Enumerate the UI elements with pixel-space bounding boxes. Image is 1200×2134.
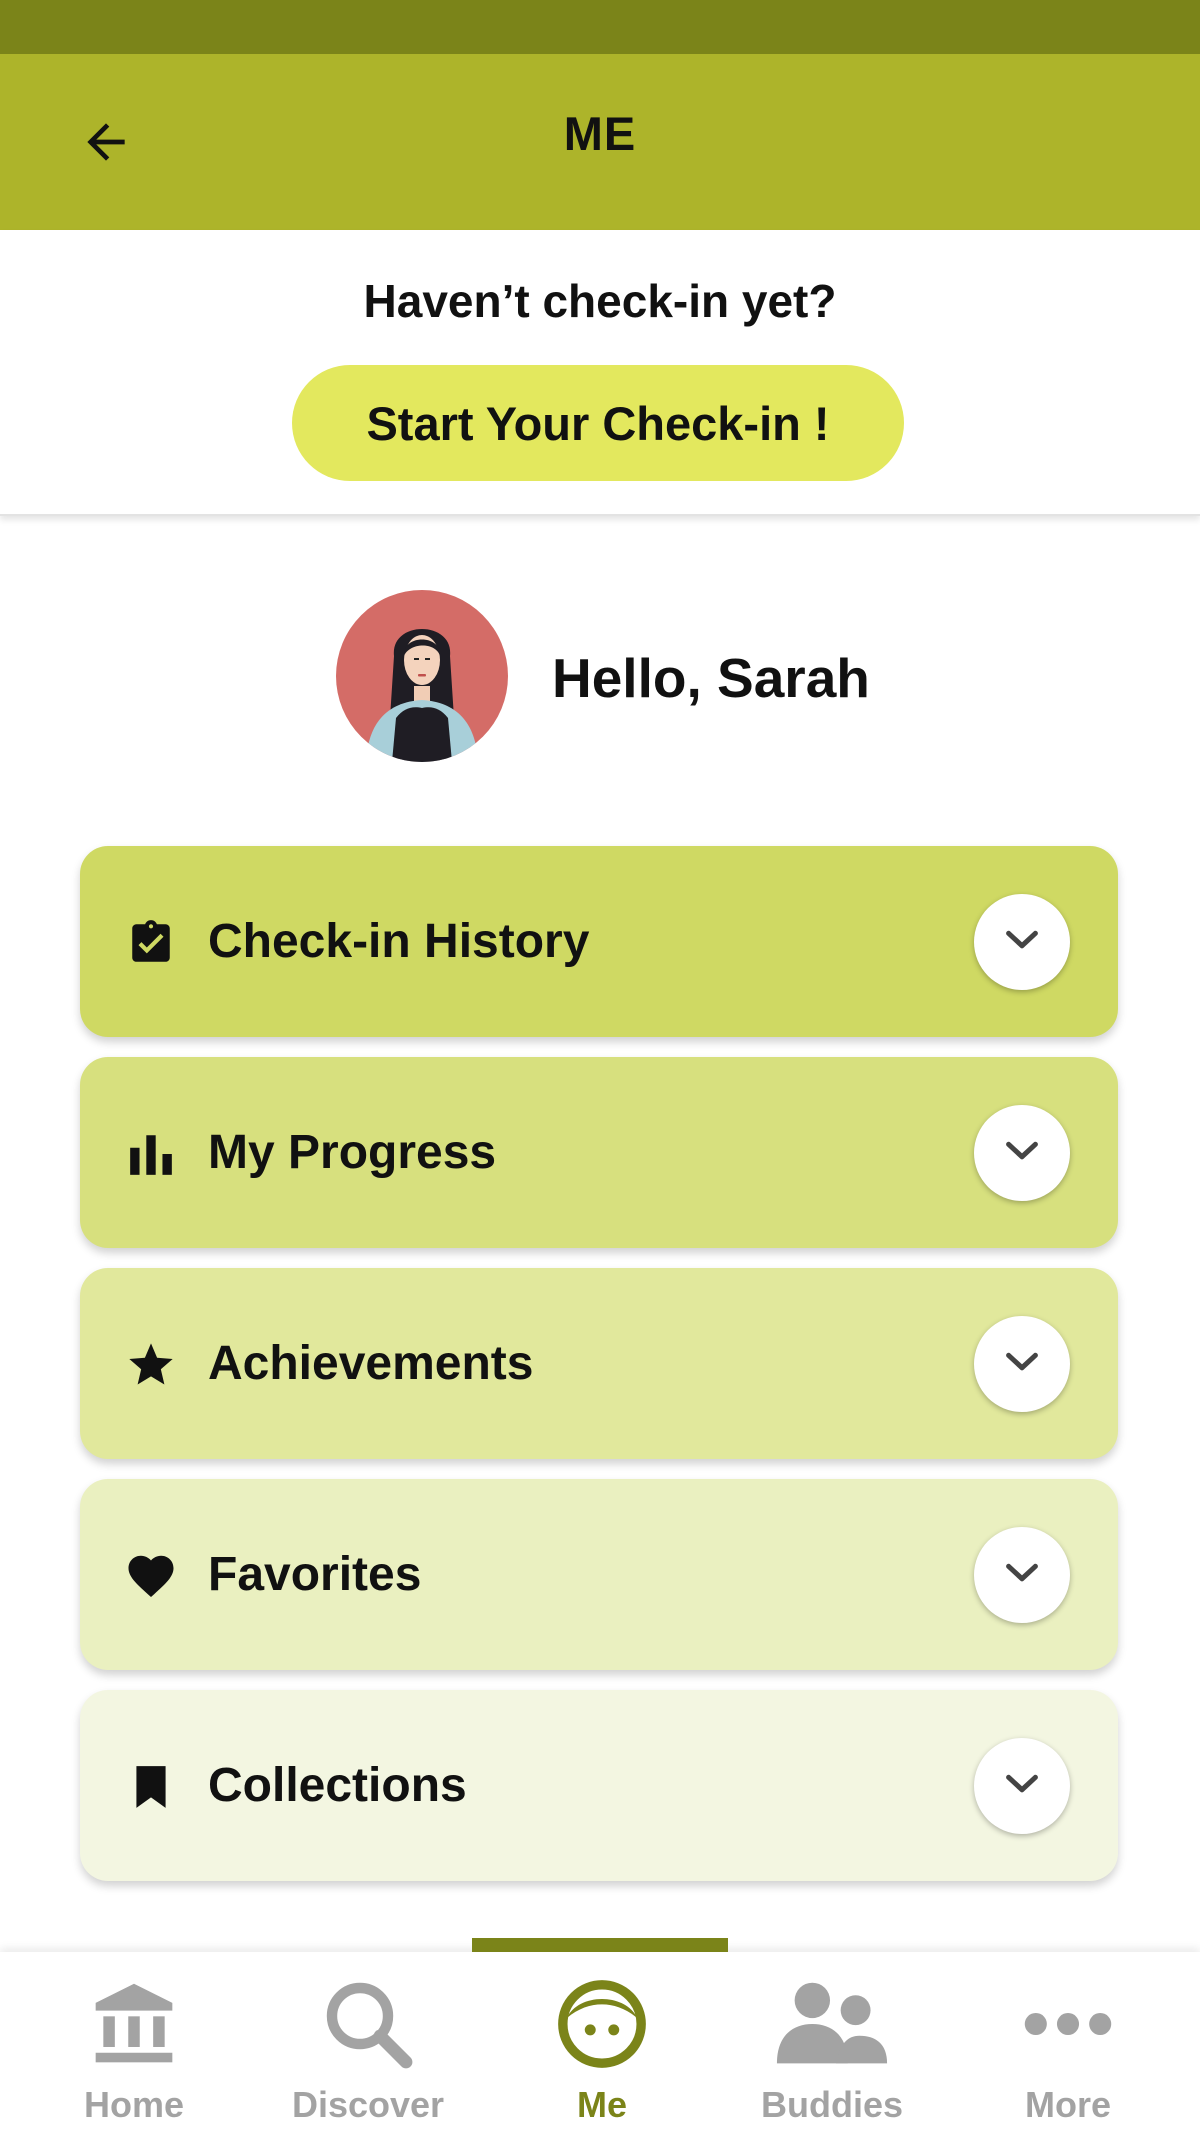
nav-item-more[interactable]: More: [948, 1952, 1188, 2134]
nav-label: More: [1024, 2084, 1111, 2125]
menu-item-label: Favorites: [208, 1548, 422, 1601]
greeting: Hello, Sarah: [552, 647, 870, 709]
page-title: ME: [563, 107, 637, 160]
bookmark-icon: [124, 1760, 178, 1814]
heart-icon: [124, 1549, 178, 1603]
chevron-down-icon: [999, 1550, 1045, 1601]
expand-button[interactable]: [974, 1105, 1070, 1201]
star-icon: [124, 1338, 178, 1392]
status-bar: [0, 0, 1200, 54]
menu-item-my-progress[interactable]: My Progress: [80, 1057, 1118, 1248]
more-dots-icon: [948, 1974, 1188, 2074]
bar-chart-icon: [124, 1127, 178, 1181]
menu-item-collections[interactable]: Collections: [80, 1690, 1118, 1881]
nav-item-home[interactable]: Home: [14, 1952, 254, 2134]
nav-item-me[interactable]: Me: [482, 1952, 722, 2134]
nav-label: Discover: [291, 2084, 445, 2125]
nav-label: Me: [576, 2084, 627, 2125]
expand-button[interactable]: [974, 1527, 1070, 1623]
bottom-nav: Home Discover Me Buddies More: [0, 1938, 1200, 2134]
checkin-banner: Haven’t check-in yet? Start Your Check-i…: [0, 230, 1200, 516]
app-bar: ME: [0, 54, 1200, 230]
avatar: [336, 590, 508, 762]
menu-item-label: Check-in History: [208, 915, 590, 968]
menu-item-favorites[interactable]: Favorites: [80, 1479, 1118, 1670]
nav-label: Home: [83, 2084, 185, 2125]
chevron-down-icon: [999, 1128, 1045, 1179]
chevron-down-icon: [999, 917, 1045, 968]
checkin-question: Haven’t check-in yet?: [363, 275, 837, 327]
menu-item-label: Achievements: [208, 1337, 534, 1390]
profile-menu: Check-in History My Progress Achievement…: [80, 846, 1118, 1901]
expand-button[interactable]: [974, 1738, 1070, 1834]
chevron-down-icon: [999, 1339, 1045, 1390]
expand-button[interactable]: [974, 1316, 1070, 1412]
active-tab-indicator: [472, 1938, 728, 1952]
nav-item-discover[interactable]: Discover: [248, 1952, 488, 2134]
start-checkin-button[interactable]: Start Your Check-in !: [292, 365, 904, 481]
face-icon: [482, 1974, 722, 2074]
clipboard-check-icon: [124, 916, 178, 970]
expand-button[interactable]: [974, 894, 1070, 990]
people-icon: [712, 1974, 952, 2074]
menu-item-label: Collections: [208, 1759, 467, 1812]
chevron-down-icon: [999, 1761, 1045, 1812]
bank-icon: [14, 1974, 254, 2074]
menu-item-checkin-history[interactable]: Check-in History: [80, 846, 1118, 1037]
search-icon: [248, 1974, 488, 2074]
menu-item-label: My Progress: [208, 1126, 497, 1179]
menu-item-achievements[interactable]: Achievements: [80, 1268, 1118, 1459]
nav-label: Buddies: [760, 2084, 903, 2125]
nav-item-buddies[interactable]: Buddies: [712, 1952, 952, 2134]
profile-header: Hello, Sarah: [0, 590, 1200, 766]
